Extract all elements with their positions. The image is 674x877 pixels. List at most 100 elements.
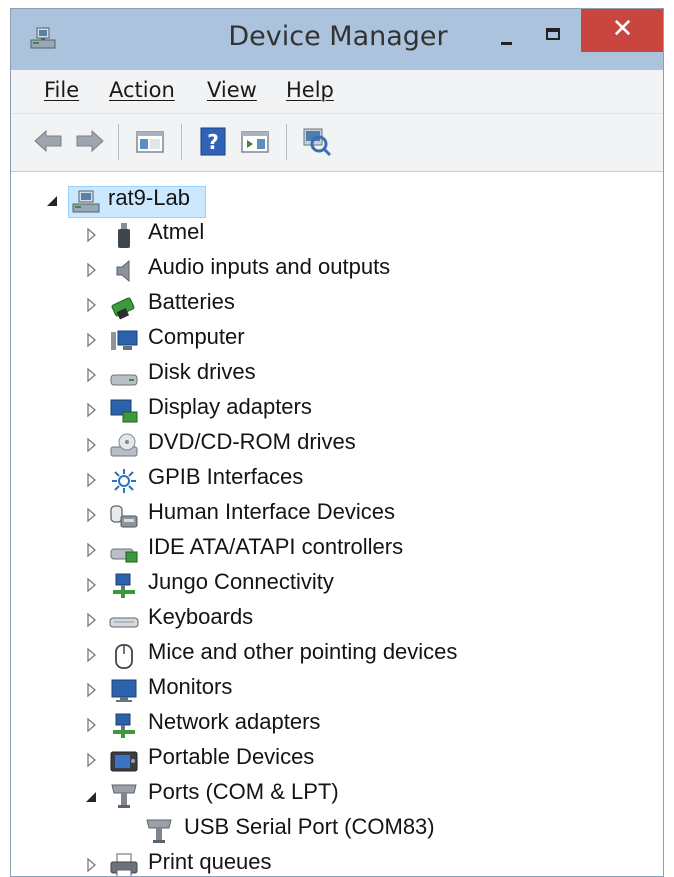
tree-item-label: DVD/CD-ROM drives bbox=[148, 429, 356, 454]
portable-device-icon bbox=[110, 751, 138, 772]
back-arrow-icon[interactable] bbox=[31, 124, 65, 158]
tree-item-label: Mice and other pointing devices bbox=[148, 639, 458, 664]
tree-root-label: rat9-Lab bbox=[108, 185, 190, 210]
toolbar: ? bbox=[11, 114, 663, 172]
tree-item-label: Disk drives bbox=[148, 359, 256, 384]
expand-triangle-icon[interactable] bbox=[82, 296, 100, 314]
dvd-drive-icon bbox=[110, 433, 138, 457]
speaker-icon bbox=[116, 259, 130, 283]
tree-item-dvd-drives[interactable]: DVD/CD-ROM drives bbox=[11, 428, 663, 462]
scan-hardware-icon[interactable] bbox=[299, 124, 333, 158]
tree-item-mice[interactable]: Mice and other pointing devices bbox=[11, 638, 663, 672]
expand-triangle-icon[interactable] bbox=[82, 331, 100, 349]
tree-item-label: Jungo Connectivity bbox=[148, 569, 334, 594]
menu-action[interactable]: Action bbox=[109, 78, 175, 102]
tree-item-hid[interactable]: Human Interface Devices bbox=[11, 498, 663, 532]
menu-help[interactable]: Help bbox=[286, 78, 334, 102]
tree-item-label: Network adapters bbox=[148, 709, 321, 734]
close-icon: ✕ bbox=[611, 14, 634, 44]
tree-item-label: USB Serial Port (COM83) bbox=[184, 814, 435, 839]
tree-item-batteries[interactable]: Batteries bbox=[11, 288, 663, 322]
menu-file[interactable]: File bbox=[44, 78, 79, 102]
toolbar-separator bbox=[118, 124, 119, 160]
show-hide-console-tree-icon[interactable] bbox=[133, 124, 167, 158]
tree-item-atmel[interactable]: Atmel bbox=[11, 218, 663, 252]
tree-item-label: GPIB Interfaces bbox=[148, 464, 304, 489]
port-connector-icon bbox=[146, 819, 172, 843]
expand-triangle-icon[interactable] bbox=[82, 366, 100, 384]
tree-item-computer[interactable]: Computer bbox=[11, 323, 663, 357]
tree-item-keyboards[interactable]: Keyboards bbox=[11, 603, 663, 637]
tree-item-ide[interactable]: IDE ATA/ATAPI controllers bbox=[11, 533, 663, 567]
menu-view[interactable]: View bbox=[207, 78, 257, 102]
tree-root[interactable]: rat9-Lab bbox=[11, 182, 663, 218]
tree-item-label: Human Interface Devices bbox=[148, 499, 395, 524]
expand-triangle-icon[interactable] bbox=[82, 541, 100, 559]
minimize-button[interactable] bbox=[488, 18, 524, 58]
tree-item-label: Monitors bbox=[148, 674, 233, 699]
expand-triangle-icon[interactable] bbox=[82, 226, 100, 244]
expand-triangle-icon[interactable] bbox=[82, 576, 100, 594]
expand-triangle-icon[interactable] bbox=[82, 646, 100, 664]
display-adapter-icon bbox=[110, 399, 138, 423]
forward-arrow-icon[interactable] bbox=[73, 124, 107, 158]
expand-triangle-icon[interactable] bbox=[82, 611, 100, 629]
expand-triangle-icon[interactable] bbox=[82, 436, 100, 454]
help-icon[interactable]: ? bbox=[196, 124, 230, 158]
expand-triangle-icon[interactable] bbox=[82, 681, 100, 699]
gpib-icon bbox=[112, 469, 136, 493]
title-bar[interactable]: Device Manager ✕ bbox=[11, 9, 663, 70]
tree-item-network-adapters[interactable]: Network adapters bbox=[11, 708, 663, 742]
svg-text:?: ? bbox=[207, 130, 219, 154]
device-manager-window: Device Manager ✕ File Action View Help ? bbox=[10, 8, 664, 877]
toolbar-separator bbox=[286, 124, 287, 160]
tree-item-disk-drives[interactable]: Disk drives bbox=[11, 358, 663, 392]
tree-item-ports[interactable]: Ports (COM & LPT) bbox=[11, 778, 663, 812]
minimize-icon bbox=[501, 42, 512, 45]
expand-triangle-icon[interactable] bbox=[82, 751, 100, 769]
menu-bar: File Action View Help bbox=[11, 70, 663, 114]
maximize-button[interactable] bbox=[535, 18, 571, 58]
mouse-icon bbox=[115, 644, 133, 669]
tree-item-print-queues[interactable]: Print queues bbox=[11, 848, 663, 876]
expand-triangle-icon[interactable] bbox=[82, 261, 100, 279]
ide-controller-icon bbox=[110, 548, 138, 563]
close-button[interactable]: ✕ bbox=[581, 9, 663, 52]
usb-plug-icon bbox=[118, 223, 130, 248]
tree-item-audio[interactable]: Audio inputs and outputs bbox=[11, 253, 663, 287]
tree-item-monitors[interactable]: Monitors bbox=[11, 673, 663, 707]
tree-item-portable-devices[interactable]: Portable Devices bbox=[11, 743, 663, 777]
properties-icon[interactable] bbox=[238, 124, 272, 158]
network-adapter-icon bbox=[113, 713, 135, 738]
collapse-triangle-icon[interactable] bbox=[43, 192, 61, 210]
printer-icon bbox=[110, 853, 138, 876]
toolbar-separator bbox=[181, 124, 182, 160]
tree-item-label: Keyboards bbox=[148, 604, 254, 629]
tree-item-jungo[interactable]: Jungo Connectivity bbox=[11, 568, 663, 602]
tree-item-label: IDE ATA/ATAPI controllers bbox=[148, 534, 404, 559]
tree-item-label: Display adapters bbox=[148, 394, 312, 419]
tree-item-label: Computer bbox=[148, 324, 245, 349]
tree-item-label: Batteries bbox=[148, 289, 235, 314]
monitor-icon bbox=[111, 679, 137, 702]
expand-triangle-icon[interactable] bbox=[82, 716, 100, 734]
expand-triangle-icon[interactable] bbox=[82, 856, 100, 874]
computer-network-icon bbox=[72, 190, 100, 213]
expand-triangle-icon[interactable] bbox=[82, 471, 100, 489]
computer-icon bbox=[111, 330, 138, 350]
tree-item-label: Portable Devices bbox=[148, 744, 315, 769]
expand-triangle-icon[interactable] bbox=[82, 506, 100, 524]
tree-item-display-adapters[interactable]: Display adapters bbox=[11, 393, 663, 427]
tree-item-label: Ports (COM & LPT) bbox=[148, 779, 339, 804]
expand-triangle-icon[interactable] bbox=[82, 401, 100, 419]
jungo-icon bbox=[113, 573, 135, 598]
keyboard-icon bbox=[109, 617, 139, 628]
tree-item-label: Audio inputs and outputs bbox=[148, 254, 391, 279]
disk-drive-icon bbox=[110, 374, 138, 386]
tree-item-gpib[interactable]: GPIB Interfaces bbox=[11, 463, 663, 497]
tree-item-usb-serial-port[interactable]: USB Serial Port (COM83) bbox=[11, 813, 663, 847]
tree-item-label: Print queues bbox=[148, 849, 272, 874]
hid-icon bbox=[110, 505, 138, 528]
battery-icon bbox=[111, 297, 135, 320]
collapse-triangle-icon[interactable] bbox=[82, 788, 100, 806]
